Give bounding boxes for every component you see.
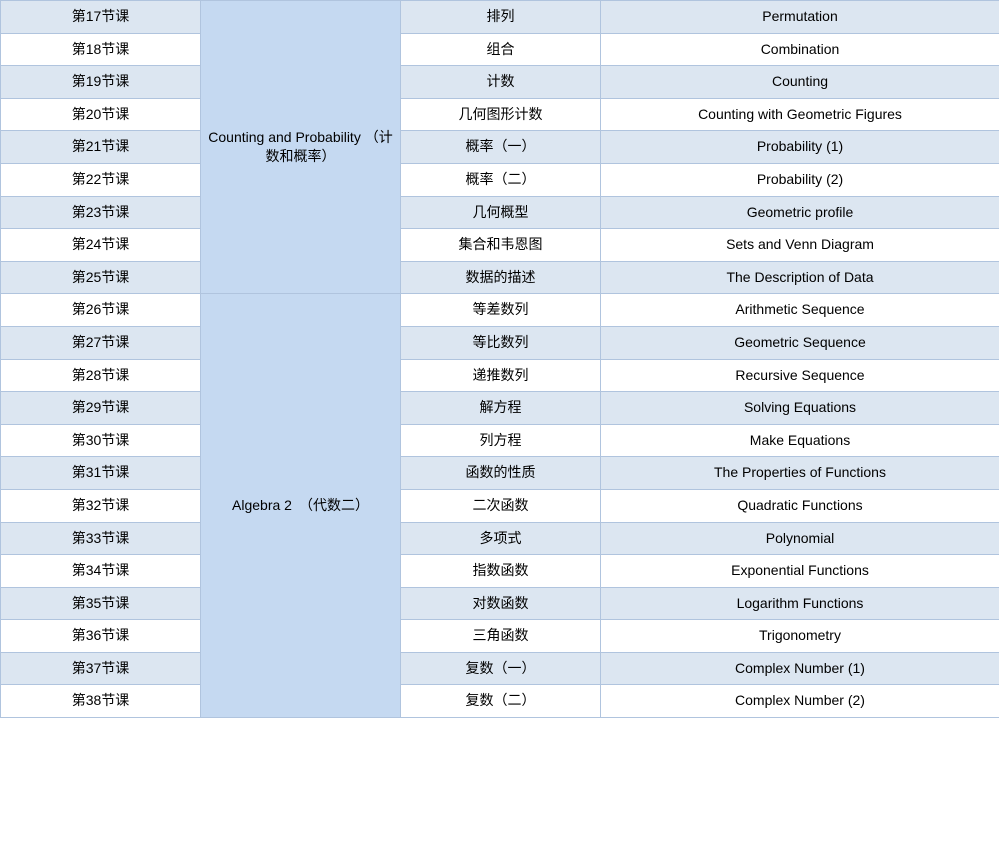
- table-row: 第35节课 对数函数 Logarithm Functions: [1, 587, 999, 620]
- chinese-cell: 递推数列: [401, 359, 601, 392]
- english-cell: Logarithm Functions: [601, 587, 999, 620]
- english-cell: Solving Equations: [601, 392, 999, 425]
- category-cell-2: Algebra 2 （代数二）: [201, 294, 401, 718]
- table-row: 第17节课 Counting and Probability （计数和概率） 排…: [1, 1, 999, 34]
- table-row: 第30节课 列方程 Make Equations: [1, 424, 999, 457]
- chinese-cell: 复数（二）: [401, 685, 601, 718]
- lesson-cell: 第34节课: [1, 555, 201, 588]
- table-row: 第19节课 计数 Counting: [1, 66, 999, 99]
- chinese-cell: 几何概型: [401, 196, 601, 229]
- chinese-cell: 几何图形计数: [401, 98, 601, 131]
- lesson-cell: 第36节课: [1, 620, 201, 653]
- chinese-cell: 排列: [401, 1, 601, 34]
- lesson-cell: 第31节课: [1, 457, 201, 490]
- table-row: 第23节课 几何概型 Geometric profile: [1, 196, 999, 229]
- english-cell: The Properties of Functions: [601, 457, 999, 490]
- chinese-cell: 等比数列: [401, 326, 601, 359]
- english-cell: Probability (1): [601, 131, 999, 164]
- chinese-cell: 二次函数: [401, 489, 601, 522]
- chinese-cell: 概率（一）: [401, 131, 601, 164]
- chinese-cell: 概率（二）: [401, 163, 601, 196]
- chinese-cell: 指数函数: [401, 555, 601, 588]
- lesson-cell: 第21节课: [1, 131, 201, 164]
- table-row: 第26节课 Algebra 2 （代数二） 等差数列 Arithmetic Se…: [1, 294, 999, 327]
- chinese-cell: 组合: [401, 33, 601, 66]
- table-row: 第31节课 函数的性质 The Properties of Functions: [1, 457, 999, 490]
- table-row: 第37节课 复数（一） Complex Number (1): [1, 652, 999, 685]
- english-cell: Permutation: [601, 1, 999, 34]
- table-row: 第29节课 解方程 Solving Equations: [1, 392, 999, 425]
- table-row: 第21节课 概率（一） Probability (1): [1, 131, 999, 164]
- table-row: 第28节课 递推数列 Recursive Sequence: [1, 359, 999, 392]
- chinese-cell: 对数函数: [401, 587, 601, 620]
- chinese-cell: 多项式: [401, 522, 601, 555]
- table-row: 第27节课 等比数列 Geometric Sequence: [1, 326, 999, 359]
- english-cell: Polynomial: [601, 522, 999, 555]
- chinese-cell: 数据的描述: [401, 261, 601, 294]
- english-cell: Geometric Sequence: [601, 326, 999, 359]
- english-cell: Exponential Functions: [601, 555, 999, 588]
- lesson-cell: 第30节课: [1, 424, 201, 457]
- table-row: 第38节课 复数（二） Complex Number (2): [1, 685, 999, 718]
- lesson-cell: 第33节课: [1, 522, 201, 555]
- table-row: 第20节课 几何图形计数 Counting with Geometric Fig…: [1, 98, 999, 131]
- chinese-cell: 三角函数: [401, 620, 601, 653]
- lesson-cell: 第26节课: [1, 294, 201, 327]
- table-row: 第33节课 多项式 Polynomial: [1, 522, 999, 555]
- lesson-cell: 第25节课: [1, 261, 201, 294]
- lesson-cell: 第35节课: [1, 587, 201, 620]
- chinese-cell: 集合和韦恩图: [401, 229, 601, 262]
- english-cell: Sets and Venn Diagram: [601, 229, 999, 262]
- english-cell: Geometric profile: [601, 196, 999, 229]
- lesson-cell: 第37节课: [1, 652, 201, 685]
- english-cell: Arithmetic Sequence: [601, 294, 999, 327]
- chinese-cell: 列方程: [401, 424, 601, 457]
- table-row: 第32节课 二次函数 Quadratic Functions: [1, 489, 999, 522]
- lesson-cell: 第17节课: [1, 1, 201, 34]
- table-row: 第34节课 指数函数 Exponential Functions: [1, 555, 999, 588]
- lesson-cell: 第19节课: [1, 66, 201, 99]
- english-cell: The Description of Data: [601, 261, 999, 294]
- table-row: 第36节课 三角函数 Trigonometry: [1, 620, 999, 653]
- lesson-cell: 第28节课: [1, 359, 201, 392]
- english-cell: Complex Number (1): [601, 652, 999, 685]
- category-cell-1: Counting and Probability （计数和概率）: [201, 1, 401, 294]
- chinese-cell: 函数的性质: [401, 457, 601, 490]
- english-cell: Trigonometry: [601, 620, 999, 653]
- lesson-cell: 第32节课: [1, 489, 201, 522]
- english-cell: Probability (2): [601, 163, 999, 196]
- table-row: 第22节课 概率（二） Probability (2): [1, 163, 999, 196]
- lesson-cell: 第27节课: [1, 326, 201, 359]
- table-row: 第25节课 数据的描述 The Description of Data: [1, 261, 999, 294]
- english-cell: Recursive Sequence: [601, 359, 999, 392]
- english-cell: Combination: [601, 33, 999, 66]
- lesson-cell: 第22节课: [1, 163, 201, 196]
- english-cell: Make Equations: [601, 424, 999, 457]
- lesson-cell: 第38节课: [1, 685, 201, 718]
- lesson-cell: 第18节课: [1, 33, 201, 66]
- chinese-cell: 等差数列: [401, 294, 601, 327]
- lesson-cell: 第29节课: [1, 392, 201, 425]
- lesson-cell: 第20节课: [1, 98, 201, 131]
- english-cell: Quadratic Functions: [601, 489, 999, 522]
- english-cell: Complex Number (2): [601, 685, 999, 718]
- lesson-cell: 第23节课: [1, 196, 201, 229]
- chinese-cell: 计数: [401, 66, 601, 99]
- lesson-cell: 第24节课: [1, 229, 201, 262]
- chinese-cell: 解方程: [401, 392, 601, 425]
- table-row: 第24节课 集合和韦恩图 Sets and Venn Diagram: [1, 229, 999, 262]
- chinese-cell: 复数（一）: [401, 652, 601, 685]
- english-cell: Counting: [601, 66, 999, 99]
- table-row: 第18节课 组合 Combination: [1, 33, 999, 66]
- english-cell: Counting with Geometric Figures: [601, 98, 999, 131]
